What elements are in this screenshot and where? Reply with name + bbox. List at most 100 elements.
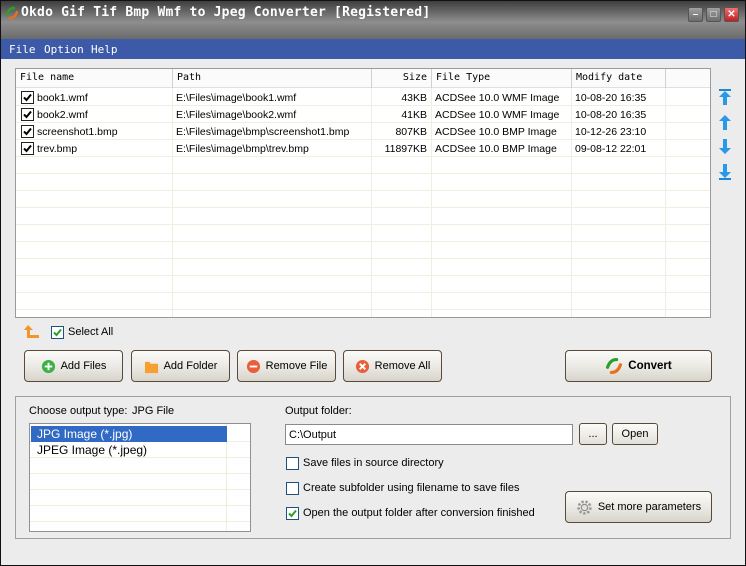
save-in-source-checkbox[interactable]: [286, 457, 299, 470]
remove-icon: [246, 359, 260, 373]
file-list-header: File name Path Size File Type Modify dat…: [16, 69, 710, 88]
grid-line: [30, 505, 250, 506]
file-row[interactable]: trev.bmp E:\Files\image\bmp\trev.bmp 11897…: [16, 140, 710, 157]
app-window: Okdo Gif Tif Bmp Wmf to Jpeg Converter […: [0, 0, 746, 566]
remove-all-button[interactable]: Remove All: [343, 350, 442, 382]
column-header-modify-date[interactable]: Modify date: [572, 69, 666, 88]
empty-row: [16, 259, 710, 276]
file-row[interactable]: book1.wmf E:\Files\image\book1.wmf 43KB ACD…: [16, 89, 710, 106]
cell-size: 807KB: [395, 126, 427, 138]
grid-line: [30, 473, 250, 474]
cell-type: ACDSee 10.0 WMF Image: [435, 92, 560, 104]
empty-row: [16, 242, 710, 259]
cell-path: E:\Files\image\bmp\screenshot1.bmp: [176, 126, 350, 138]
menu-file[interactable]: File: [9, 43, 36, 56]
convert-label: Convert: [628, 360, 672, 372]
check-icon: [23, 144, 32, 153]
save-in-source-label[interactable]: Save files in source directory: [303, 457, 444, 469]
output-type-item[interactable]: JPG Image (*.jpg): [31, 426, 227, 442]
move-down-icon[interactable]: [717, 138, 733, 156]
cell-date: 09-08-12 22:01: [575, 143, 647, 155]
cell-path: E:\Files\image\bmp\trev.bmp: [176, 143, 309, 155]
empty-row: [16, 191, 710, 208]
output-folder-input[interactable]: [285, 424, 573, 445]
empty-row: [16, 174, 710, 191]
select-all-label[interactable]: Select All: [68, 326, 113, 338]
file-row[interactable]: screenshot1.bmp E:\Files\image\bmp\screen…: [16, 123, 710, 140]
output-type-item[interactable]: JPEG Image (*.jpeg): [31, 442, 227, 458]
check-icon: [23, 93, 32, 102]
parent-folder-icon[interactable]: [23, 324, 41, 340]
output-folder-label: Output folder:: [285, 405, 352, 417]
cell-size: 11897KB: [384, 143, 427, 155]
gear-icon: [577, 499, 592, 515]
convert-icon: [606, 357, 623, 375]
column-header-file-name[interactable]: File name: [16, 69, 173, 88]
remove-all-icon: [355, 359, 369, 373]
check-icon: [23, 127, 32, 136]
open-output-folder-checkbox[interactable]: [286, 507, 299, 520]
add-folder-button[interactable]: Add Folder: [131, 350, 230, 382]
cell-path: E:\Files\image\book2.wmf: [176, 109, 297, 121]
cell-type: ACDSee 10.0 BMP Image: [435, 126, 557, 138]
column-header-file-type[interactable]: File Type: [432, 69, 572, 88]
cell-type: ACDSee 10.0 BMP Image: [435, 143, 557, 155]
empty-row: [16, 157, 710, 174]
file-row[interactable]: book2.wmf E:\Files\image\book2.wmf 41KB ACD…: [16, 106, 710, 123]
close-button[interactable]: ✕: [724, 7, 739, 22]
maximize-button[interactable]: □: [706, 7, 721, 22]
set-more-parameters-label: Set more parameters: [597, 501, 702, 513]
menu-bar: File Option Help: [1, 39, 745, 59]
window-title: Okdo Gif Tif Bmp Wmf to Jpeg Converter […: [21, 5, 431, 20]
cell-name: book2.wmf: [37, 109, 88, 121]
column-header-empty: [666, 69, 710, 88]
cell-date: 10-08-20 16:35: [575, 109, 647, 121]
empty-row: [16, 208, 710, 225]
output-type-list[interactable]: JPG Image (*.jpg) JPEG Image (*.jpeg): [29, 423, 251, 532]
cell-size: 41KB: [401, 109, 427, 121]
grid-line: [30, 489, 250, 490]
check-icon: [288, 509, 297, 518]
output-type-value: JPG File: [132, 405, 175, 417]
select-all-checkbox[interactable]: [51, 326, 64, 339]
check-icon: [23, 110, 32, 119]
remove-all-label: Remove All: [374, 360, 431, 372]
maximize-icon: □: [710, 8, 717, 20]
browse-button[interactable]: ...: [579, 423, 607, 445]
menu-help[interactable]: Help: [91, 43, 118, 56]
cell-name: trev.bmp: [37, 143, 78, 155]
add-icon: [41, 359, 55, 373]
cell-date: 10-08-20 16:35: [575, 92, 647, 104]
move-up-icon[interactable]: [717, 113, 733, 131]
cell-date: 10-12-26 23:10: [575, 126, 647, 138]
open-output-folder-label[interactable]: Open the output folder after conversion …: [303, 507, 535, 519]
move-bottom-icon[interactable]: [717, 163, 733, 181]
remove-file-button[interactable]: Remove File: [237, 350, 336, 382]
minimize-button[interactable]: –: [688, 7, 703, 22]
set-more-parameters-button[interactable]: Set more parameters: [565, 491, 712, 523]
minimize-icon: –: [692, 8, 699, 20]
column-header-path[interactable]: Path: [173, 69, 372, 88]
column-header-size[interactable]: Size: [372, 69, 432, 88]
create-subfolder-checkbox[interactable]: [286, 482, 299, 495]
output-type-label: Choose output type:: [29, 405, 128, 417]
cell-size: 43KB: [401, 92, 427, 104]
empty-row: [16, 276, 710, 293]
create-subfolder-label[interactable]: Create subfolder using filename to save …: [303, 482, 519, 494]
close-icon: ✕: [727, 8, 736, 20]
file-list[interactable]: File name Path Size File Type Modify dat…: [15, 68, 711, 318]
remove-file-label: Remove File: [265, 360, 328, 372]
grid-line: [30, 521, 250, 522]
add-files-label: Add Files: [60, 360, 107, 372]
check-icon: [53, 328, 62, 337]
menu-option[interactable]: Option: [44, 43, 84, 56]
convert-button[interactable]: Convert: [565, 350, 712, 382]
add-files-button[interactable]: Add Files: [24, 350, 123, 382]
empty-row: [16, 225, 710, 242]
folder-icon: [144, 361, 158, 373]
title-bar[interactable]: Okdo Gif Tif Bmp Wmf to Jpeg Converter […: [1, 1, 745, 39]
app-logo-icon: [5, 6, 19, 20]
move-top-icon[interactable]: [717, 88, 733, 106]
cell-name: screenshot1.bmp: [37, 126, 118, 138]
open-folder-button[interactable]: Open: [612, 423, 658, 445]
